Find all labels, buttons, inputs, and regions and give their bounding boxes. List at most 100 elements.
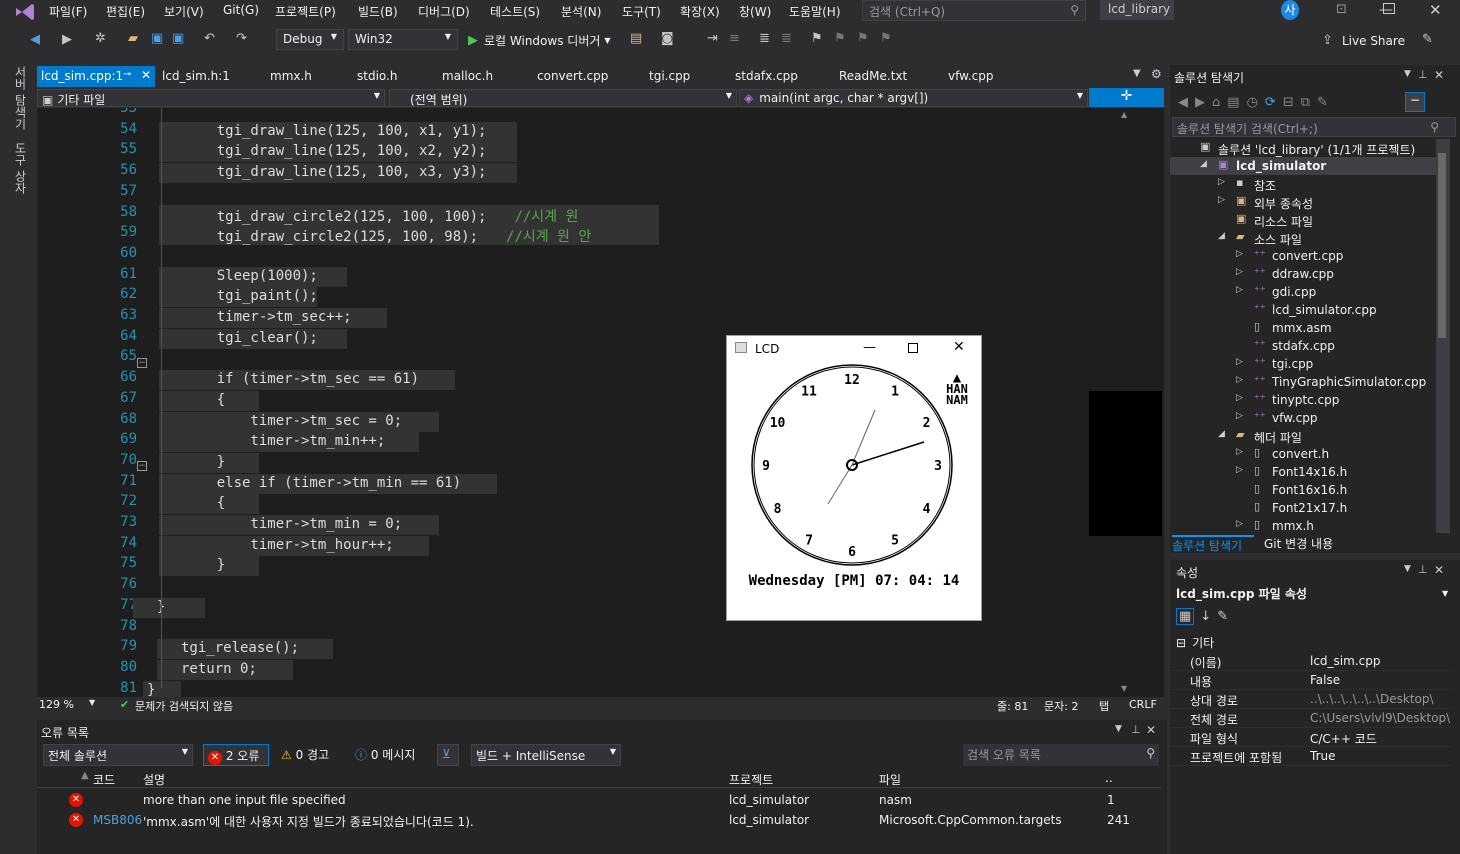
tab-tgi-cpp[interactable]: tgi.cpp [645, 66, 694, 87]
props-subject-dropdown[interactable]: ▼ [1442, 589, 1448, 598]
zoom-dropdown-icon[interactable]: ▼ [89, 698, 95, 707]
code-line[interactable]: tgi_release(); [181, 640, 299, 656]
tab-stdio-h[interactable]: stdio.h [353, 66, 401, 87]
col-description[interactable]: 설명 [143, 771, 165, 788]
expand-icon[interactable]: ◢ [1218, 231, 1225, 241]
config-select[interactable]: Debug ▼ [276, 29, 344, 50]
menu-item[interactable]: 도움말(H) [789, 3, 841, 20]
bookmark-clear-icon[interactable]: ⚑ [880, 32, 892, 46]
tree-item[interactable]: ▯ Font16x16.h [1170, 481, 1436, 499]
menu-item[interactable]: Git(G) [223, 3, 259, 17]
code-line[interactable]: } [183, 454, 225, 470]
errors-filter-button[interactable]: ✕ 2 오류 [203, 744, 269, 766]
tree-item[interactable]: ▷ ▪ 참조 [1170, 175, 1436, 193]
browse-icon[interactable]: ▤ [630, 32, 642, 46]
expand-icon[interactable]: ▷ [1236, 267, 1243, 277]
expand-icon[interactable]: ▷ [1236, 375, 1243, 385]
panel-pin-icon[interactable]: ⊥ [1418, 68, 1428, 81]
code-line[interactable]: tgi_draw_line(125, 100, x1, y1); [183, 123, 487, 139]
menu-item[interactable]: 테스트(S) [490, 3, 540, 20]
menu-item[interactable]: 빌드(B) [358, 3, 398, 20]
tree-item[interactable]: ▷ ⁺⁺ ddraw.cpp [1170, 265, 1436, 283]
el-pin-icon[interactable]: ⊥ [1131, 723, 1141, 736]
tab-stdafx-cpp[interactable]: stdafx.cpp [731, 66, 802, 87]
code-line[interactable]: { [183, 392, 225, 408]
expand-icon[interactable]: ▷ [1218, 177, 1225, 187]
function-select[interactable]: ◈ main(int argc, char * argv[]) ▼ [739, 89, 1088, 107]
code-line[interactable]: } [183, 557, 225, 573]
uncomment-icon[interactable]: ≣ [781, 32, 792, 46]
filter-icon[interactable]: ⊻ [437, 744, 459, 766]
props-pin-icon[interactable]: ⊥ [1418, 563, 1428, 576]
close-icon[interactable]: ✕ [1429, 1, 1442, 19]
tree-item[interactable]: ▷ ⁺⁺ TinyGraphicSimulator.cpp [1170, 373, 1436, 391]
lcd-minimize-icon[interactable]: — [863, 340, 876, 355]
code-line[interactable]: Sleep(1000); [183, 268, 318, 284]
maximize-icon[interactable] [1383, 3, 1395, 14]
restore-icon[interactable]: ⊡ [1336, 2, 1347, 17]
bookmark-icon[interactable]: ⚑ [811, 32, 823, 46]
lcd-close-icon[interactable]: ✕ [953, 339, 965, 355]
tree-item[interactable]: ◢ ▰ 헤더 파일 [1170, 427, 1436, 445]
menu-item[interactable]: 창(W) [739, 3, 771, 20]
step2-icon[interactable]: ≡ [729, 32, 740, 46]
code-line[interactable]: timer->tm_sec++; [183, 309, 352, 325]
code-line[interactable]: tgi_draw_circle2(125, 100, 100); //시계 원 [183, 206, 579, 226]
code-line[interactable]: } [147, 682, 155, 697]
menu-item[interactable]: 확장(X) [680, 3, 720, 20]
tab-close-icon[interactable]: ✕ [141, 68, 151, 82]
live-share-icon[interactable]: ⇪ [1322, 34, 1333, 48]
props-group[interactable]: ⊟ 기타 [1176, 634, 1214, 651]
panel-close-icon[interactable]: ✕ [1434, 68, 1444, 82]
props-menu-icon[interactable]: ▼ [1404, 564, 1411, 574]
feedback-icon[interactable]: ✎ [1422, 33, 1433, 47]
expand-icon[interactable]: ◢ [1200, 159, 1207, 169]
group-collapse-icon[interactable]: ⊟ [1176, 636, 1186, 650]
menu-item[interactable]: 도구(T) [622, 3, 661, 20]
lcd-maximize-icon[interactable] [908, 343, 918, 353]
error-search-input[interactable]: 검색 오류 목록 ⚲ [963, 744, 1159, 766]
code-minimap[interactable]: ▲ ▼ [1089, 108, 1164, 697]
tree-item[interactable]: ▷ ⁺⁺ tinyptc.cpp [1170, 391, 1436, 409]
tab-lcd-sim-h[interactable]: lcd_sim.h:1 [158, 66, 234, 87]
menu-item[interactable]: 편집(E) [106, 3, 145, 20]
save-icon[interactable]: ▣ [151, 32, 163, 46]
code-line[interactable]: tgi_draw_line(125, 100, x3, y3); [183, 164, 487, 180]
error-row[interactable]: ✕ more than one input file specified lcd_s… [37, 790, 1161, 810]
property-row[interactable]: 파일 형식 C/C++ 코드 [1170, 728, 1452, 747]
properties-icon[interactable]: ✎ [1317, 95, 1328, 110]
tree-item[interactable]: ▷ ⁺⁺ vfw.cpp [1170, 409, 1436, 427]
property-pages-icon[interactable]: ✎ [1217, 609, 1228, 624]
avatar[interactable]: 사 [1281, 0, 1299, 20]
tree-item[interactable]: ▷ ⁺⁺ convert.cpp [1170, 247, 1436, 265]
tree-item[interactable]: ⁺⁺ lcd_simulator.cpp [1170, 301, 1436, 319]
solution-search-input[interactable]: 솔루션 탐색기 검색(Ctrl+;) ⚲ [1172, 117, 1456, 137]
tab-list-icon[interactable]: ▼ [1133, 68, 1141, 79]
history-icon[interactable]: ◷ [1247, 95, 1258, 110]
se-back-icon[interactable]: ◀ [1178, 95, 1188, 110]
undo-icon[interactable]: ↶ [204, 32, 215, 46]
tab-mmx-h[interactable]: mmx.h [266, 66, 316, 87]
col-project[interactable]: 프로젝트 [729, 771, 773, 788]
menu-item[interactable]: 프로젝트(P) [275, 3, 336, 20]
categorized-icon[interactable]: ▦ [1176, 608, 1195, 625]
lcd-window[interactable]: LCD — ✕ 12 1 2 3 4 5 6 7 8 9 10 11 ▲ HAN NAM Wednes… [726, 335, 982, 621]
menu-item[interactable]: 분석(N) [561, 3, 601, 20]
search-input[interactable]: 검색 (Ctrl+Q) ⚲ [862, 0, 1086, 21]
settings-gear-icon[interactable]: ⚙ [1151, 67, 1162, 81]
code-line[interactable]: if (timer->tm_sec == 61) [183, 371, 419, 387]
show-all-icon[interactable]: ⧉ [1301, 95, 1310, 110]
scroll-up-icon[interactable]: ▲ [1121, 110, 1127, 119]
expand-icon[interactable]: ▷ [1236, 447, 1243, 457]
tree-item[interactable]: ▷ ▯ mmx.h [1170, 517, 1436, 535]
code-line[interactable]: timer->tm_sec = 0; [183, 413, 402, 429]
props-close-icon[interactable]: ✕ [1434, 563, 1444, 577]
expand-icon[interactable]: ▷ [1236, 465, 1243, 475]
code-line[interactable]: tgi_draw_circle2(125, 100, 98); //시계 원 안 [183, 226, 592, 246]
run-button[interactable]: ▶ 로컬 Windows 디버거 ▼ [468, 30, 611, 50]
tree-item[interactable]: ▣ 솔루션 'lcd_library' (1/1개 프로젝트) [1170, 139, 1436, 157]
forward-icon[interactable]: ▶ [62, 33, 72, 47]
col-code[interactable]: 코드 [93, 771, 115, 788]
tree-item[interactable]: ▣ 리소스 파일 [1170, 211, 1436, 229]
tree-item[interactable]: ▯ mmx.asm [1170, 319, 1436, 337]
